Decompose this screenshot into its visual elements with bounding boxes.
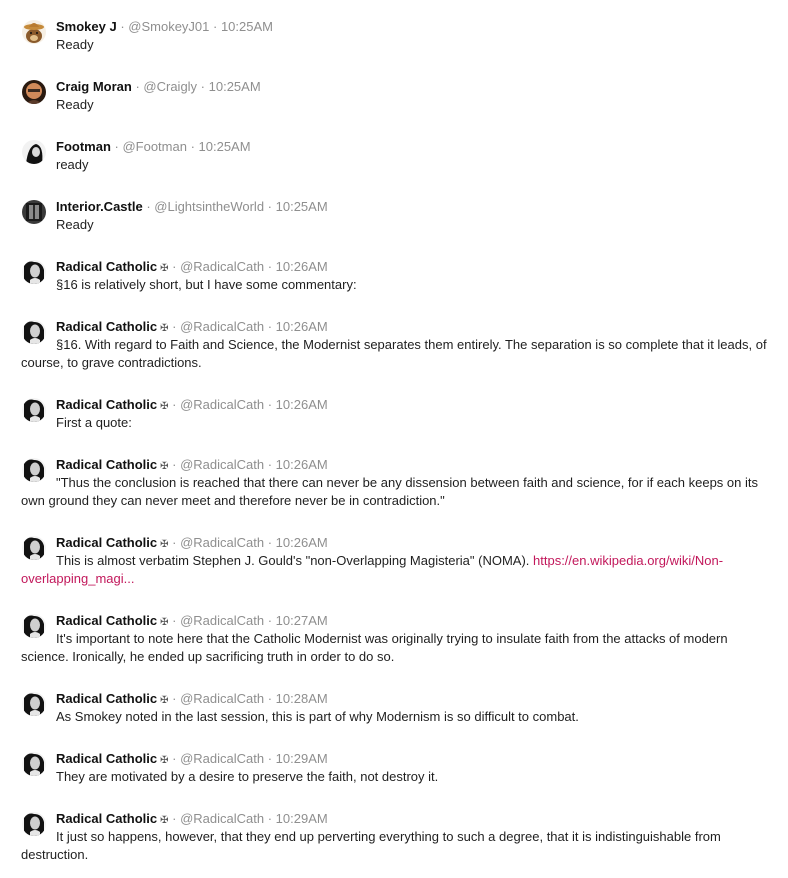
message-text: Ready (56, 97, 94, 112)
message-header: Radical Catholic ✠ · @RadicalCath · 10:26… (56, 457, 328, 472)
message-header: Craig Moran · @Craigly · 10:25AM (56, 79, 261, 94)
author-name[interactable]: Radical Catholic (56, 613, 157, 628)
cross-badge-icon: ✠ (160, 617, 169, 628)
message-header: Radical Catholic ✠ · @RadicalCath · 10:26… (56, 259, 328, 274)
timestamp: 10:26AM (275, 397, 328, 412)
cross-badge-icon: ✠ (160, 755, 169, 766)
message-text: §16 is relatively short, but I have some… (56, 277, 357, 292)
author-name[interactable]: Smokey J (56, 19, 117, 34)
author-handle[interactable]: @RadicalCath (180, 535, 264, 550)
author-handle[interactable]: @RadicalCath (180, 397, 264, 412)
author-name[interactable]: Radical Catholic (56, 535, 157, 550)
message-header: Radical Catholic ✠ · @RadicalCath · 10:29… (56, 751, 328, 766)
author-name[interactable]: Footman (56, 139, 111, 154)
chat-feed: Smokey J · @SmokeyJ01 · 10:25AM Ready Cr… (0, 0, 788, 878)
message-header: Radical Catholic ✠ · @RadicalCath · 10:28… (56, 691, 328, 706)
timestamp: 10:25AM (198, 139, 251, 154)
timestamp: 10:26AM (275, 457, 328, 472)
author-name[interactable]: Radical Catholic (56, 319, 157, 334)
author-name[interactable]: Radical Catholic (56, 811, 157, 826)
cross-badge-icon: ✠ (160, 461, 169, 472)
message-header: Radical Catholic ✠ · @RadicalCath · 10:26… (56, 319, 328, 334)
author-handle[interactable]: @SmokeyJ01 (128, 19, 209, 34)
author-name[interactable]: Radical Catholic (56, 457, 157, 472)
timestamp: 10:26AM (275, 259, 328, 274)
message-text: First a quote: (56, 415, 132, 430)
author-name[interactable]: Interior.Castle (56, 199, 143, 214)
cross-badge-icon: ✠ (160, 539, 169, 550)
message-header: Radical Catholic ✠ · @RadicalCath · 10:26… (56, 535, 328, 550)
message-text: It just so happens, however, that they e… (21, 829, 721, 862)
author-name[interactable]: Radical Catholic (56, 751, 157, 766)
message-text: "Thus the conclusion is reached that the… (21, 475, 758, 508)
cross-badge-icon: ✠ (160, 815, 169, 826)
author-name[interactable]: Radical Catholic (56, 397, 157, 412)
author-handle[interactable]: @RadicalCath (180, 319, 264, 334)
timestamp: 10:29AM (275, 751, 328, 766)
timestamp: 10:26AM (275, 535, 328, 550)
message-text: Ready (56, 37, 94, 52)
message-text: §16. With regard to Faith and Science, t… (21, 337, 767, 370)
author-name[interactable]: Radical Catholic (56, 259, 157, 274)
timestamp: 10:25AM (208, 79, 261, 94)
author-handle[interactable]: @RadicalCath (180, 259, 264, 274)
author-name[interactable]: Radical Catholic (56, 691, 157, 706)
author-handle[interactable]: @RadicalCath (180, 811, 264, 826)
message-header: Radical Catholic ✠ · @RadicalCath · 10:29… (56, 811, 328, 826)
message-text: This is almost verbatim Stephen J. Gould… (21, 552, 776, 588)
author-handle[interactable]: @RadicalCath (180, 613, 264, 628)
author-handle[interactable]: @RadicalCath (180, 691, 264, 706)
cross-badge-icon: ✠ (160, 263, 169, 274)
timestamp: 10:27AM (275, 613, 328, 628)
message-body: This is almost verbatim Stephen J. Gould… (56, 553, 530, 568)
message-header: Footman · @Footman · 10:25AM (56, 139, 251, 154)
message-text: They are motivated by a desire to preser… (56, 769, 439, 784)
message-text: ready (56, 157, 89, 172)
author-handle[interactable]: @RadicalCath (180, 457, 264, 472)
author-handle[interactable]: @LightsintheWorld (154, 199, 264, 214)
message-header: Radical Catholic ✠ · @RadicalCath · 10:26… (56, 397, 328, 412)
cross-badge-icon: ✠ (160, 401, 169, 412)
message-text: It's important to note here that the Cat… (21, 631, 728, 664)
timestamp: 10:25AM (220, 19, 273, 34)
message-text: As Smokey noted in the last session, thi… (56, 709, 579, 724)
author-handle[interactable]: @RadicalCath (180, 751, 264, 766)
message-header: Interior.Castle · @LightsintheWorld · 10… (56, 199, 328, 214)
timestamp: 10:26AM (275, 319, 328, 334)
cross-badge-icon: ✠ (160, 695, 169, 706)
author-name[interactable]: Craig Moran (56, 79, 132, 94)
author-handle[interactable]: @Craigly (143, 79, 197, 94)
message-header: Smokey J · @SmokeyJ01 · 10:25AM (56, 19, 273, 34)
message-text: Ready (56, 217, 94, 232)
author-handle[interactable]: @Footman (122, 139, 187, 154)
timestamp: 10:28AM (275, 691, 328, 706)
timestamp: 10:25AM (275, 199, 328, 214)
message-header: Radical Catholic ✠ · @RadicalCath · 10:27… (56, 613, 328, 628)
cross-badge-icon: ✠ (160, 323, 169, 334)
timestamp: 10:29AM (275, 811, 328, 826)
